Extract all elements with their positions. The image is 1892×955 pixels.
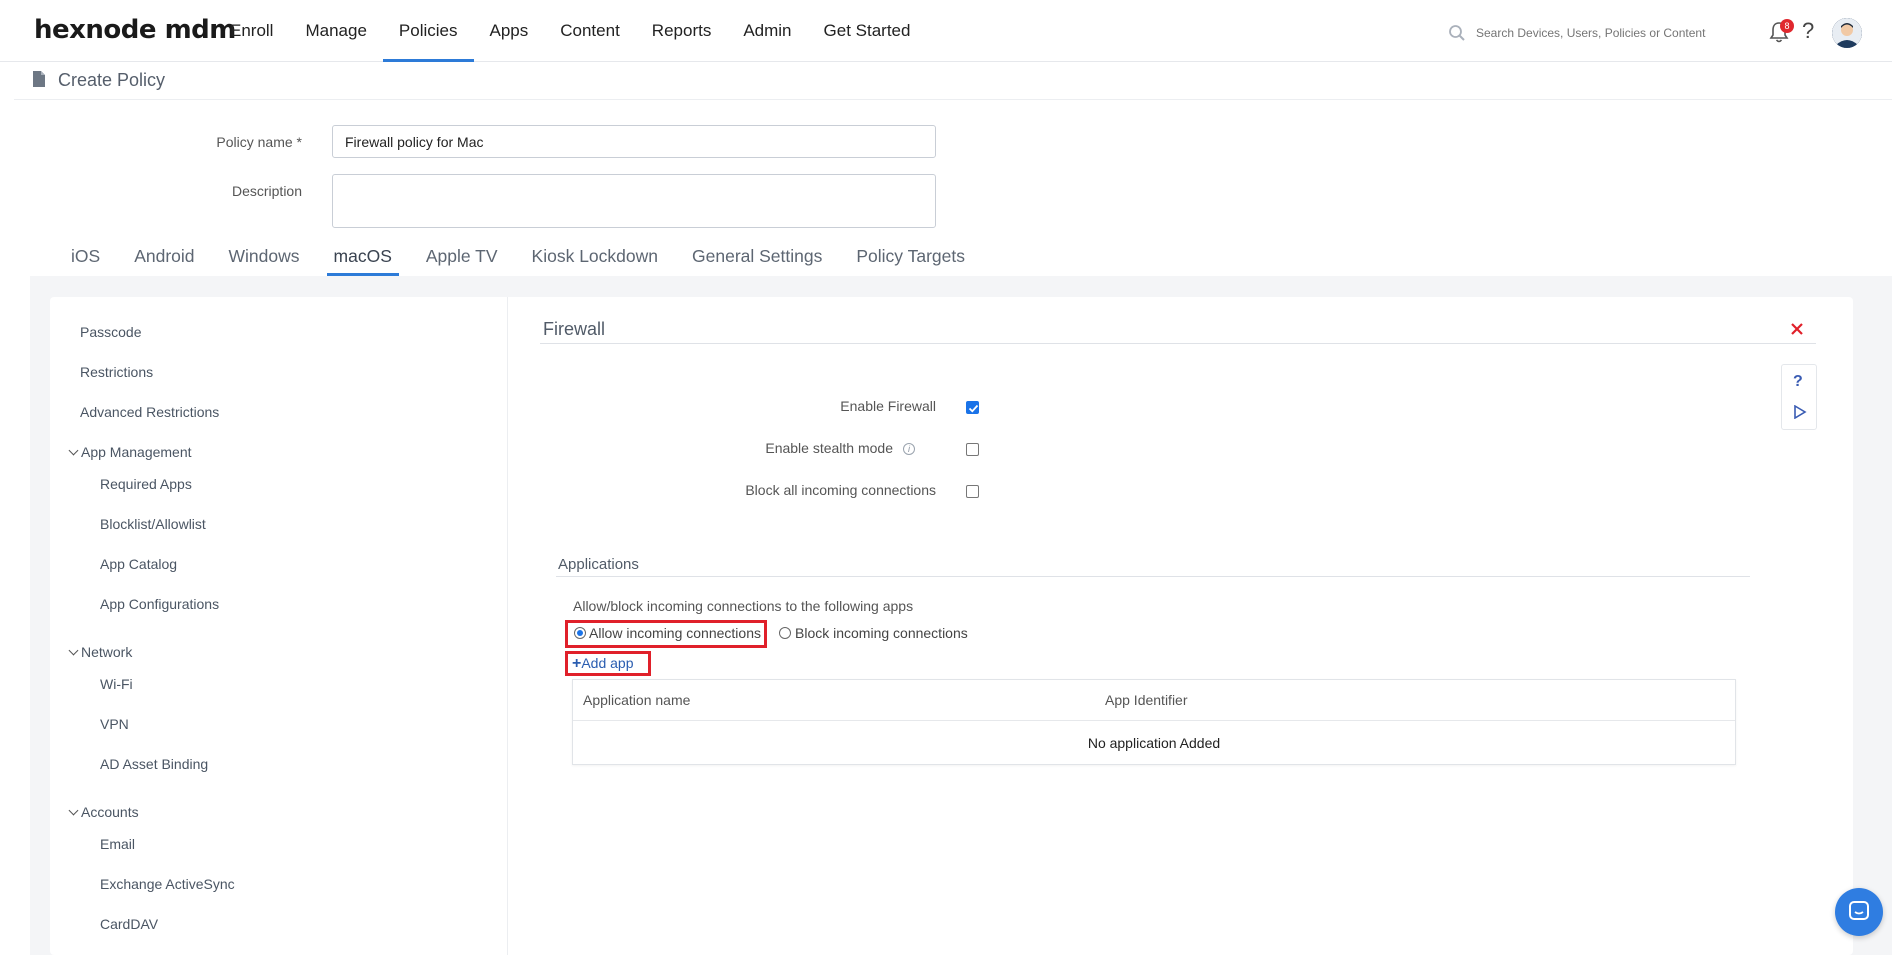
- page-header: Create Policy: [14, 62, 1892, 100]
- tab-macos[interactable]: macOS: [317, 240, 409, 276]
- notification-badge: 8: [1780, 19, 1794, 33]
- description-textarea[interactable]: [332, 174, 936, 228]
- enable-firewall-label: Enable Firewall: [840, 398, 936, 414]
- policy-name-label: Policy name *: [216, 134, 302, 150]
- sidebar-item-advanced-restrictions[interactable]: Advanced Restrictions: [80, 404, 219, 420]
- sidebar-item-app-configurations[interactable]: App Configurations: [100, 596, 219, 612]
- table-empty-message: No application Added: [1087, 735, 1221, 751]
- top-navigation-bar: hexnode mdm Enroll Manage Policies Apps …: [0, 0, 1892, 62]
- nav-content[interactable]: Content: [544, 0, 636, 62]
- chat-support-button[interactable]: [1835, 888, 1883, 936]
- hexnode-logo[interactable]: hexnode mdm: [34, 15, 236, 45]
- applications-divider: [556, 576, 1750, 577]
- global-search: [1448, 20, 1748, 46]
- sidebar-item-ad-asset-binding[interactable]: AD Asset Binding: [100, 756, 208, 772]
- chat-icon: [1849, 901, 1869, 920]
- search-icon: [1449, 25, 1465, 41]
- section-divider: [540, 343, 1816, 344]
- plus-icon: +: [572, 655, 582, 672]
- user-avatar-icon: [1832, 18, 1862, 48]
- sidebar-group-app-management[interactable]: App Management: [68, 444, 192, 460]
- nav-apps[interactable]: Apps: [474, 0, 545, 62]
- sidebar-item-restrictions[interactable]: Restrictions: [80, 364, 153, 380]
- sidebar-item-carddav[interactable]: CardDAV: [100, 916, 158, 932]
- table-divider: [573, 720, 1735, 721]
- column-header-application-name: Application name: [583, 692, 691, 708]
- chevron-down-icon: [68, 805, 79, 816]
- avatar[interactable]: [1832, 18, 1862, 48]
- tab-apple-tv[interactable]: Apple TV: [409, 240, 515, 276]
- sidebar-item-blocklist-allowlist[interactable]: Blocklist/Allowlist: [100, 516, 206, 532]
- nav-reports[interactable]: Reports: [636, 0, 728, 62]
- sidebar-group-network[interactable]: Network: [68, 644, 132, 660]
- block-all-incoming-label: Block all incoming connections: [745, 482, 936, 498]
- sidebar-item-vpn[interactable]: VPN: [100, 716, 129, 732]
- allow-incoming-label[interactable]: Allow incoming connections: [589, 625, 761, 641]
- sidebar-group-accounts[interactable]: Accounts: [68, 804, 139, 820]
- nav-get-started[interactable]: Get Started: [808, 0, 927, 62]
- description-label: Description: [231, 183, 302, 199]
- document-icon: [33, 71, 45, 87]
- search-input[interactable]: [1476, 26, 1736, 40]
- os-tabs: iOS Android Windows macOS Apple TV Kiosk…: [54, 240, 982, 276]
- help-icon[interactable]: ?: [1802, 18, 1814, 44]
- tab-android[interactable]: Android: [117, 240, 211, 276]
- section-title-firewall: Firewall: [543, 319, 606, 339]
- tab-kiosk-lockdown[interactable]: Kiosk Lockdown: [515, 240, 675, 276]
- help-question-icon[interactable]: ?: [1793, 373, 1803, 391]
- close-icon[interactable]: [1788, 320, 1806, 338]
- block-all-incoming-checkbox[interactable]: [966, 485, 979, 498]
- checkmark-icon: [968, 404, 979, 413]
- sidebar-item-exchange-activesync[interactable]: Exchange ActiveSync: [100, 876, 235, 892]
- chevron-down-icon: [68, 445, 79, 456]
- policy-name-input[interactable]: [332, 125, 936, 158]
- notifications-button[interactable]: 8: [1768, 19, 1794, 44]
- nav-manage[interactable]: Manage: [289, 0, 382, 62]
- add-app-button[interactable]: +Add app: [572, 655, 634, 673]
- tab-ios[interactable]: iOS: [54, 240, 117, 276]
- block-incoming-radio[interactable]: [779, 627, 791, 639]
- applications-title: Applications: [558, 556, 639, 573]
- sidebar-item-email[interactable]: Email: [100, 836, 135, 852]
- tab-windows[interactable]: Windows: [212, 240, 317, 276]
- nav-admin[interactable]: Admin: [727, 0, 807, 62]
- page-title: Create Policy: [58, 70, 166, 90]
- help-toolbox: ?: [1781, 364, 1817, 430]
- sidebar-item-app-catalog[interactable]: App Catalog: [100, 556, 177, 572]
- nav-policies[interactable]: Policies: [382, 0, 474, 62]
- sidebar-item-wifi[interactable]: Wi-Fi: [100, 676, 133, 692]
- info-icon[interactable]: i: [903, 443, 915, 456]
- main-menu: Enroll Manage Policies Apps Content Repo…: [214, 0, 926, 62]
- sidebar-item-required-apps[interactable]: Required Apps: [100, 476, 192, 492]
- policy-sidebar: [50, 297, 508, 955]
- chevron-down-icon: [68, 645, 79, 656]
- column-header-app-identifier: App Identifier: [1105, 692, 1188, 708]
- nav-enroll[interactable]: Enroll: [214, 0, 289, 62]
- applications-description: Allow/block incoming connections to the …: [573, 598, 914, 614]
- applications-table: Application name App Identifier No appli…: [572, 679, 1736, 765]
- tab-general-settings[interactable]: General Settings: [675, 240, 839, 276]
- sidebar-item-passcode[interactable]: Passcode: [80, 324, 141, 340]
- play-icon[interactable]: [1793, 405, 1807, 419]
- enable-firewall-checkbox[interactable]: [966, 401, 979, 414]
- tab-policy-targets[interactable]: Policy Targets: [839, 240, 982, 276]
- enable-stealth-mode-checkbox[interactable]: [966, 443, 979, 456]
- allow-incoming-radio[interactable]: [574, 627, 586, 639]
- enable-stealth-mode-label: Enable stealth mode i: [615, 440, 915, 456]
- block-incoming-label[interactable]: Block incoming connections: [795, 625, 968, 641]
